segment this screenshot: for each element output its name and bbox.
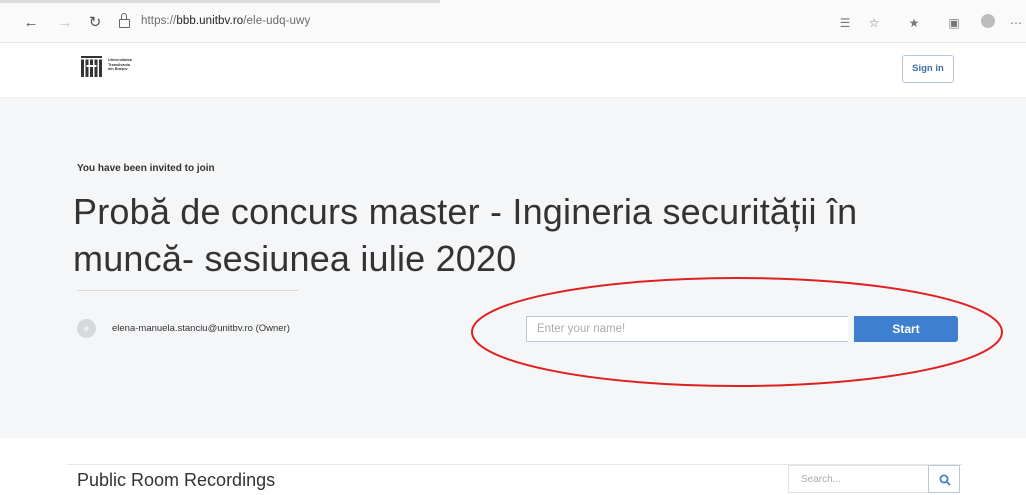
collections-icon[interactable]: ▣ xyxy=(946,15,962,31)
search-icon xyxy=(939,474,951,486)
university-name: Universitatea Transilvania din Brașov xyxy=(108,58,148,72)
back-icon[interactable]: ← xyxy=(22,14,40,32)
owner-email: elena-manuela.stanciu@unitbv.ro (Owner) xyxy=(112,323,290,334)
url-path: /ele-udq-uwy xyxy=(243,15,311,27)
name-input[interactable] xyxy=(526,316,848,342)
refresh-icon[interactable]: ↻ xyxy=(86,14,104,32)
address-bar[interactable]: https://bbb.unitbv.ro/ele-udq-uwy xyxy=(141,15,310,27)
loading-indicator xyxy=(0,0,440,3)
university-logo-icon[interactable] xyxy=(81,56,102,77)
title-divider xyxy=(77,290,298,291)
favorites-list-icon[interactable]: ★ xyxy=(906,15,922,31)
url-scheme: https:// xyxy=(141,15,177,27)
room-title: Probă de concurs master - Ingineria secu… xyxy=(73,191,858,279)
start-button[interactable]: Start xyxy=(854,316,958,342)
recordings-search-input[interactable] xyxy=(788,465,928,493)
forward-icon[interactable]: → xyxy=(56,14,74,32)
more-icon[interactable]: ⋯ xyxy=(1008,15,1024,31)
profile-icon[interactable] xyxy=(981,14,995,28)
search-button[interactable] xyxy=(928,465,960,493)
join-panel: You have been invited to join Probă de c… xyxy=(0,98,1026,438)
sign-in-button[interactable]: Sign in xyxy=(902,55,954,83)
url-domain: bbb.unitbv.ro xyxy=(176,15,244,27)
owner-avatar: e xyxy=(77,319,96,338)
invite-label: You have been invited to join xyxy=(77,163,215,174)
favorite-icon[interactable]: ☆ xyxy=(866,15,882,31)
lock-icon[interactable] xyxy=(119,13,130,28)
recordings-title: Public Room Recordings xyxy=(67,464,286,495)
logo-line-3: din Brașov xyxy=(108,67,128,72)
site-header: Universitatea Transilvania din Brașov Si… xyxy=(0,43,1026,98)
read-aloud-icon[interactable]: ☰ xyxy=(837,15,853,31)
browser-toolbar: ← → ↻ https://bbb.unitbv.ro/ele-udq-uwy … xyxy=(0,0,1026,43)
